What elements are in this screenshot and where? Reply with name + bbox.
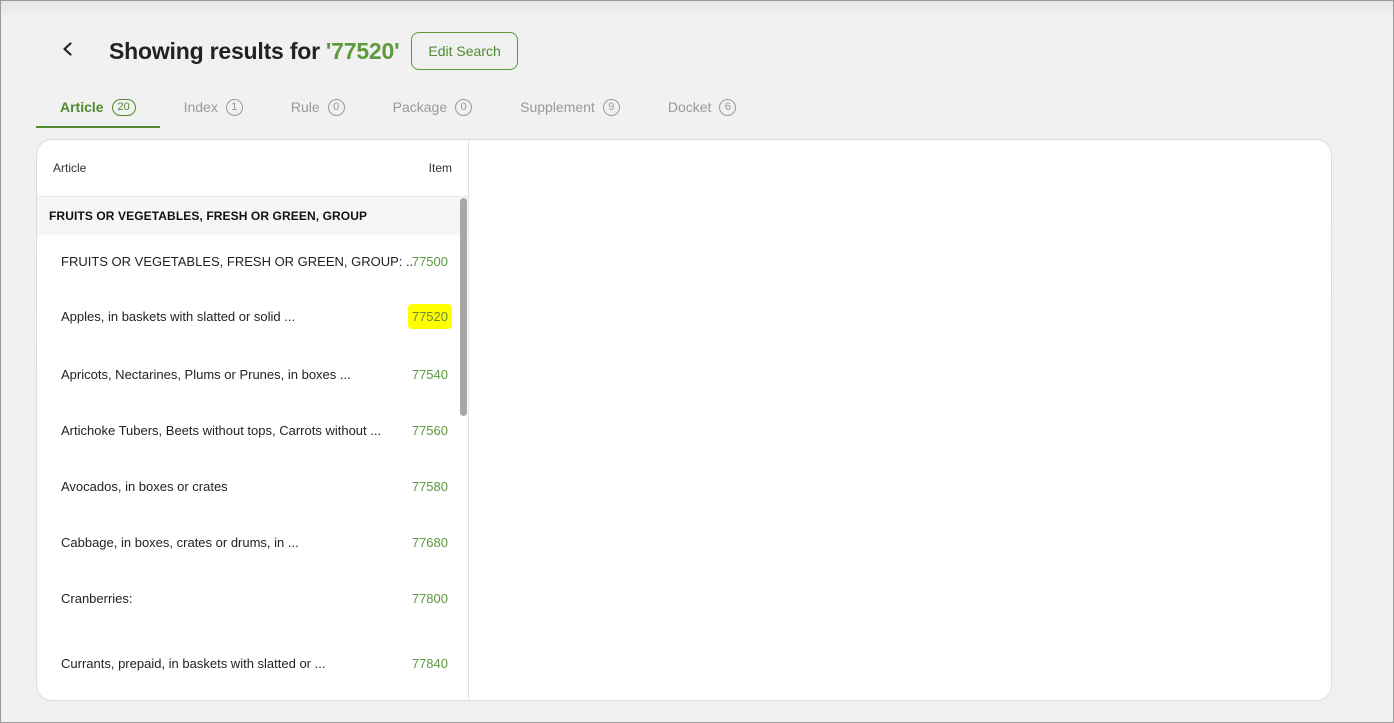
- list-item[interactable]: Cranberries: 77800: [37, 570, 468, 626]
- tab-label: Supplement: [520, 99, 595, 115]
- list-item[interactable]: Cabbage, in boxes, crates or drums, in .…: [37, 514, 468, 570]
- back-button[interactable]: [57, 31, 79, 71]
- list-item[interactable]: Currants, prepaid, in baskets with slatt…: [37, 626, 468, 700]
- chevron-left-icon: [61, 41, 75, 61]
- group-header[interactable]: FRUITS OR VEGETABLES, FRESH OR GREEN, GR…: [37, 197, 468, 235]
- article-label: Avocados, in boxes or crates: [61, 478, 228, 494]
- results-panel: Article Item FRUITS OR VEGETABLES, FRESH…: [36, 139, 1332, 701]
- detail-pane: [470, 140, 1331, 700]
- article-label: FRUITS OR VEGETABLES, FRESH OR GREEN, GR…: [61, 253, 412, 269]
- tab-package[interactable]: Package 0: [369, 87, 496, 127]
- article-label: Cabbage, in boxes, crates or drums, in .…: [61, 534, 299, 550]
- article-label: Artichoke Tubers, Beets without tops, Ca…: [61, 422, 382, 438]
- item-number: 77840: [411, 656, 448, 671]
- app-frame: Showing results for '77520' Edit Search A…: [0, 0, 1394, 723]
- article-list: Article Item FRUITS OR VEGETABLES, FRESH…: [37, 140, 469, 700]
- item-number-highlighted: 77520: [407, 303, 452, 329]
- tab-docket[interactable]: Docket 6: [644, 87, 761, 127]
- tab-rule[interactable]: Rule 0: [267, 87, 369, 127]
- article-label: Apricots, Nectarines, Plums or Prunes, i…: [61, 366, 351, 382]
- tab-supplement[interactable]: Supplement 9: [496, 87, 644, 127]
- tab-count-badge: 9: [602, 98, 620, 116]
- item-number: 77800: [411, 590, 448, 606]
- list-header: Article Item: [37, 140, 468, 197]
- item-number: 77540: [411, 366, 448, 382]
- tab-label: Docket: [667, 99, 712, 115]
- list-item[interactable]: FRUITS OR VEGETABLES, FRESH OR GREEN, GR…: [37, 235, 468, 287]
- edit-search-button[interactable]: Edit Search: [411, 32, 518, 70]
- page-title: Showing results for '77520': [109, 37, 400, 65]
- tab-index[interactable]: Index 1: [160, 87, 267, 127]
- article-label: Cranberries:: [61, 590, 133, 606]
- tab-count-badge: 0: [455, 98, 473, 116]
- list-scrollbar[interactable]: [460, 198, 467, 416]
- column-header-article: Article: [53, 161, 87, 175]
- list-rows: FRUITS OR VEGETABLES, FRESH OR GREEN, GR…: [37, 235, 468, 700]
- tab-label: Article: [60, 99, 104, 115]
- tab-label: Index: [183, 99, 218, 115]
- result-tabs: Article 20 Index 1 Rule 0 Package 0 Supp…: [36, 87, 761, 128]
- item-number: 77580: [411, 478, 448, 494]
- tab-count-badge: 20: [111, 98, 136, 116]
- search-query: '77520': [325, 37, 400, 64]
- tab-label: Rule: [290, 99, 320, 115]
- item-number: 77680: [411, 534, 448, 550]
- item-number: 77500: [411, 253, 448, 269]
- title-prefix: Showing results for: [109, 37, 320, 64]
- list-item[interactable]: Avocados, in boxes or crates 77580: [37, 458, 468, 514]
- list-item[interactable]: Apricots, Nectarines, Plums or Prunes, i…: [37, 345, 468, 402]
- tab-article[interactable]: Article 20: [36, 87, 160, 128]
- tab-label: Package: [392, 99, 448, 115]
- column-header-item: Item: [428, 161, 452, 175]
- tab-count-badge: 6: [719, 98, 737, 116]
- list-item[interactable]: Artichoke Tubers, Beets without tops, Ca…: [37, 402, 468, 458]
- article-label: Apples, in baskets with slatted or solid…: [61, 308, 296, 324]
- item-number: 77560: [411, 422, 448, 438]
- article-label: Currants, prepaid, in baskets with slatt…: [61, 656, 326, 671]
- tab-count-badge: 0: [327, 98, 345, 116]
- list-item-selected[interactable]: Apples, in baskets with slatted or solid…: [37, 287, 468, 345]
- results-header: Showing results for '77520' Edit Search: [57, 31, 518, 71]
- tab-count-badge: 1: [225, 98, 243, 116]
